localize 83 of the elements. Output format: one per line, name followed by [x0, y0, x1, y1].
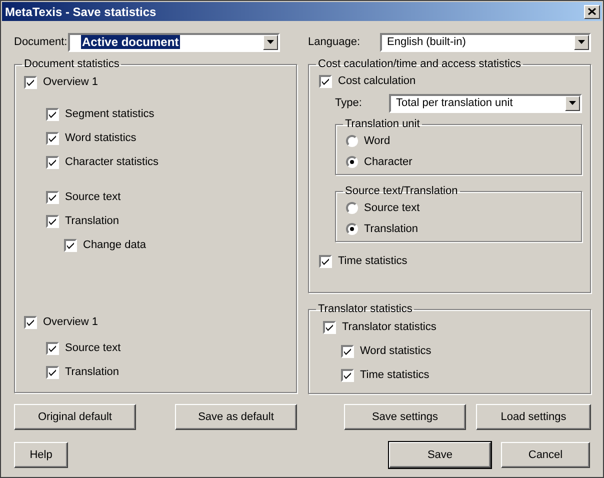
- check-icon: [343, 346, 352, 356]
- checkbox[interactable]: [46, 214, 59, 228]
- checkbox-label: Time statistics: [360, 369, 430, 381]
- checkbox[interactable]: [319, 74, 332, 88]
- dropdown-value: English (built-in): [386, 36, 467, 48]
- checkbox[interactable]: [24, 316, 37, 328]
- checkbox-label: Source text: [65, 191, 121, 203]
- dialog-button[interactable]: Cancel: [501, 442, 590, 468]
- radio-label: Word: [364, 134, 390, 146]
- checkbox-label: Change data: [83, 239, 146, 251]
- checkbox[interactable]: [46, 366, 59, 378]
- action-button[interactable]: Original default: [14, 404, 136, 430]
- checkbox[interactable]: [323, 320, 336, 334]
- checkbox-label: Word statistics: [360, 345, 432, 357]
- radio-button[interactable]: [346, 202, 358, 214]
- dropdown-value: Total per translation unit: [395, 97, 513, 109]
- checkbox[interactable]: [341, 344, 354, 358]
- action-button[interactable]: Save settings: [344, 404, 466, 430]
- dialog-button[interactable]: Save: [389, 442, 491, 468]
- check-icon: [48, 216, 57, 226]
- radio-label: Character: [364, 156, 412, 168]
- checkbox[interactable]: [341, 368, 354, 382]
- field-label: Document:: [14, 36, 68, 48]
- window-title: MetaTexis - Save statistics: [5, 4, 156, 18]
- checkbox[interactable]: [46, 108, 59, 120]
- checkbox-label: Segment statistics: [65, 108, 154, 120]
- checkbox-label: Word statistics: [65, 132, 136, 144]
- document-dropdown[interactable]: Active document: [68, 32, 280, 52]
- checkbox-label: Character statistics: [65, 156, 159, 168]
- group-title: Source text/Translation: [344, 185, 459, 197]
- checkbox[interactable]: [46, 156, 59, 168]
- check-icon: [321, 76, 330, 86]
- radio-label: Translation: [364, 222, 418, 234]
- action-button[interactable]: Load settings: [476, 404, 591, 430]
- language-dropdown[interactable]: English (built-in): [380, 32, 591, 52]
- radio-button[interactable]: [346, 156, 358, 168]
- check-icon: [66, 240, 75, 250]
- type-dropdown[interactable]: Total per translation unit: [389, 94, 582, 112]
- checkbox-label: Translator statistics: [342, 321, 436, 333]
- check-icon: [48, 192, 57, 202]
- check-icon: [48, 134, 57, 142]
- checkbox-label: Overview 1: [43, 316, 98, 328]
- checkbox[interactable]: [24, 76, 37, 88]
- check-icon: [26, 318, 35, 326]
- check-icon: [48, 368, 57, 376]
- checkbox-label: Translation: [65, 366, 120, 378]
- dropdown-button[interactable]: [565, 96, 580, 110]
- radio-button[interactable]: [346, 134, 358, 146]
- action-button[interactable]: Save as default: [175, 404, 297, 430]
- checkbox[interactable]: [319, 254, 332, 268]
- checkbox[interactable]: [46, 132, 59, 144]
- check-icon: [48, 344, 57, 352]
- dropdown-button[interactable]: [574, 34, 589, 50]
- caret-icon: [267, 40, 274, 44]
- checkbox-label: Source text: [65, 342, 121, 354]
- check-icon: [48, 110, 57, 118]
- field-label: Type:: [335, 97, 363, 109]
- caret-icon: [578, 40, 585, 44]
- radio-button[interactable]: [346, 222, 358, 234]
- check-icon: [321, 256, 330, 266]
- checkbox-label: Overview 1: [43, 76, 98, 88]
- dropdown-button[interactable]: [263, 34, 278, 50]
- checkbox[interactable]: [64, 238, 77, 252]
- group-title: Translation unit: [344, 118, 421, 130]
- checkbox[interactable]: [46, 190, 59, 204]
- checkbox-label: Time statistics: [338, 255, 408, 267]
- checkbox-label: Translation: [65, 215, 120, 227]
- check-icon: [325, 322, 334, 332]
- check-icon: [343, 370, 352, 380]
- group-title: Cost caculation/time and access statistics: [317, 58, 522, 70]
- checkbox[interactable]: [46, 342, 59, 354]
- check-icon: [48, 158, 57, 166]
- help-button[interactable]: Help: [14, 442, 68, 468]
- group-title: Translator statistics: [317, 303, 414, 315]
- close-icon: [588, 8, 596, 15]
- checkbox-label: Cost calculation: [338, 75, 416, 87]
- check-icon: [26, 78, 35, 86]
- radio-label: Source text: [364, 202, 420, 214]
- group-title: Document statistics: [23, 58, 120, 70]
- field-label: Language:: [308, 36, 361, 48]
- close-button[interactable]: [584, 4, 600, 18]
- dropdown-value: Active document: [81, 35, 180, 49]
- caret-icon: [569, 101, 576, 105]
